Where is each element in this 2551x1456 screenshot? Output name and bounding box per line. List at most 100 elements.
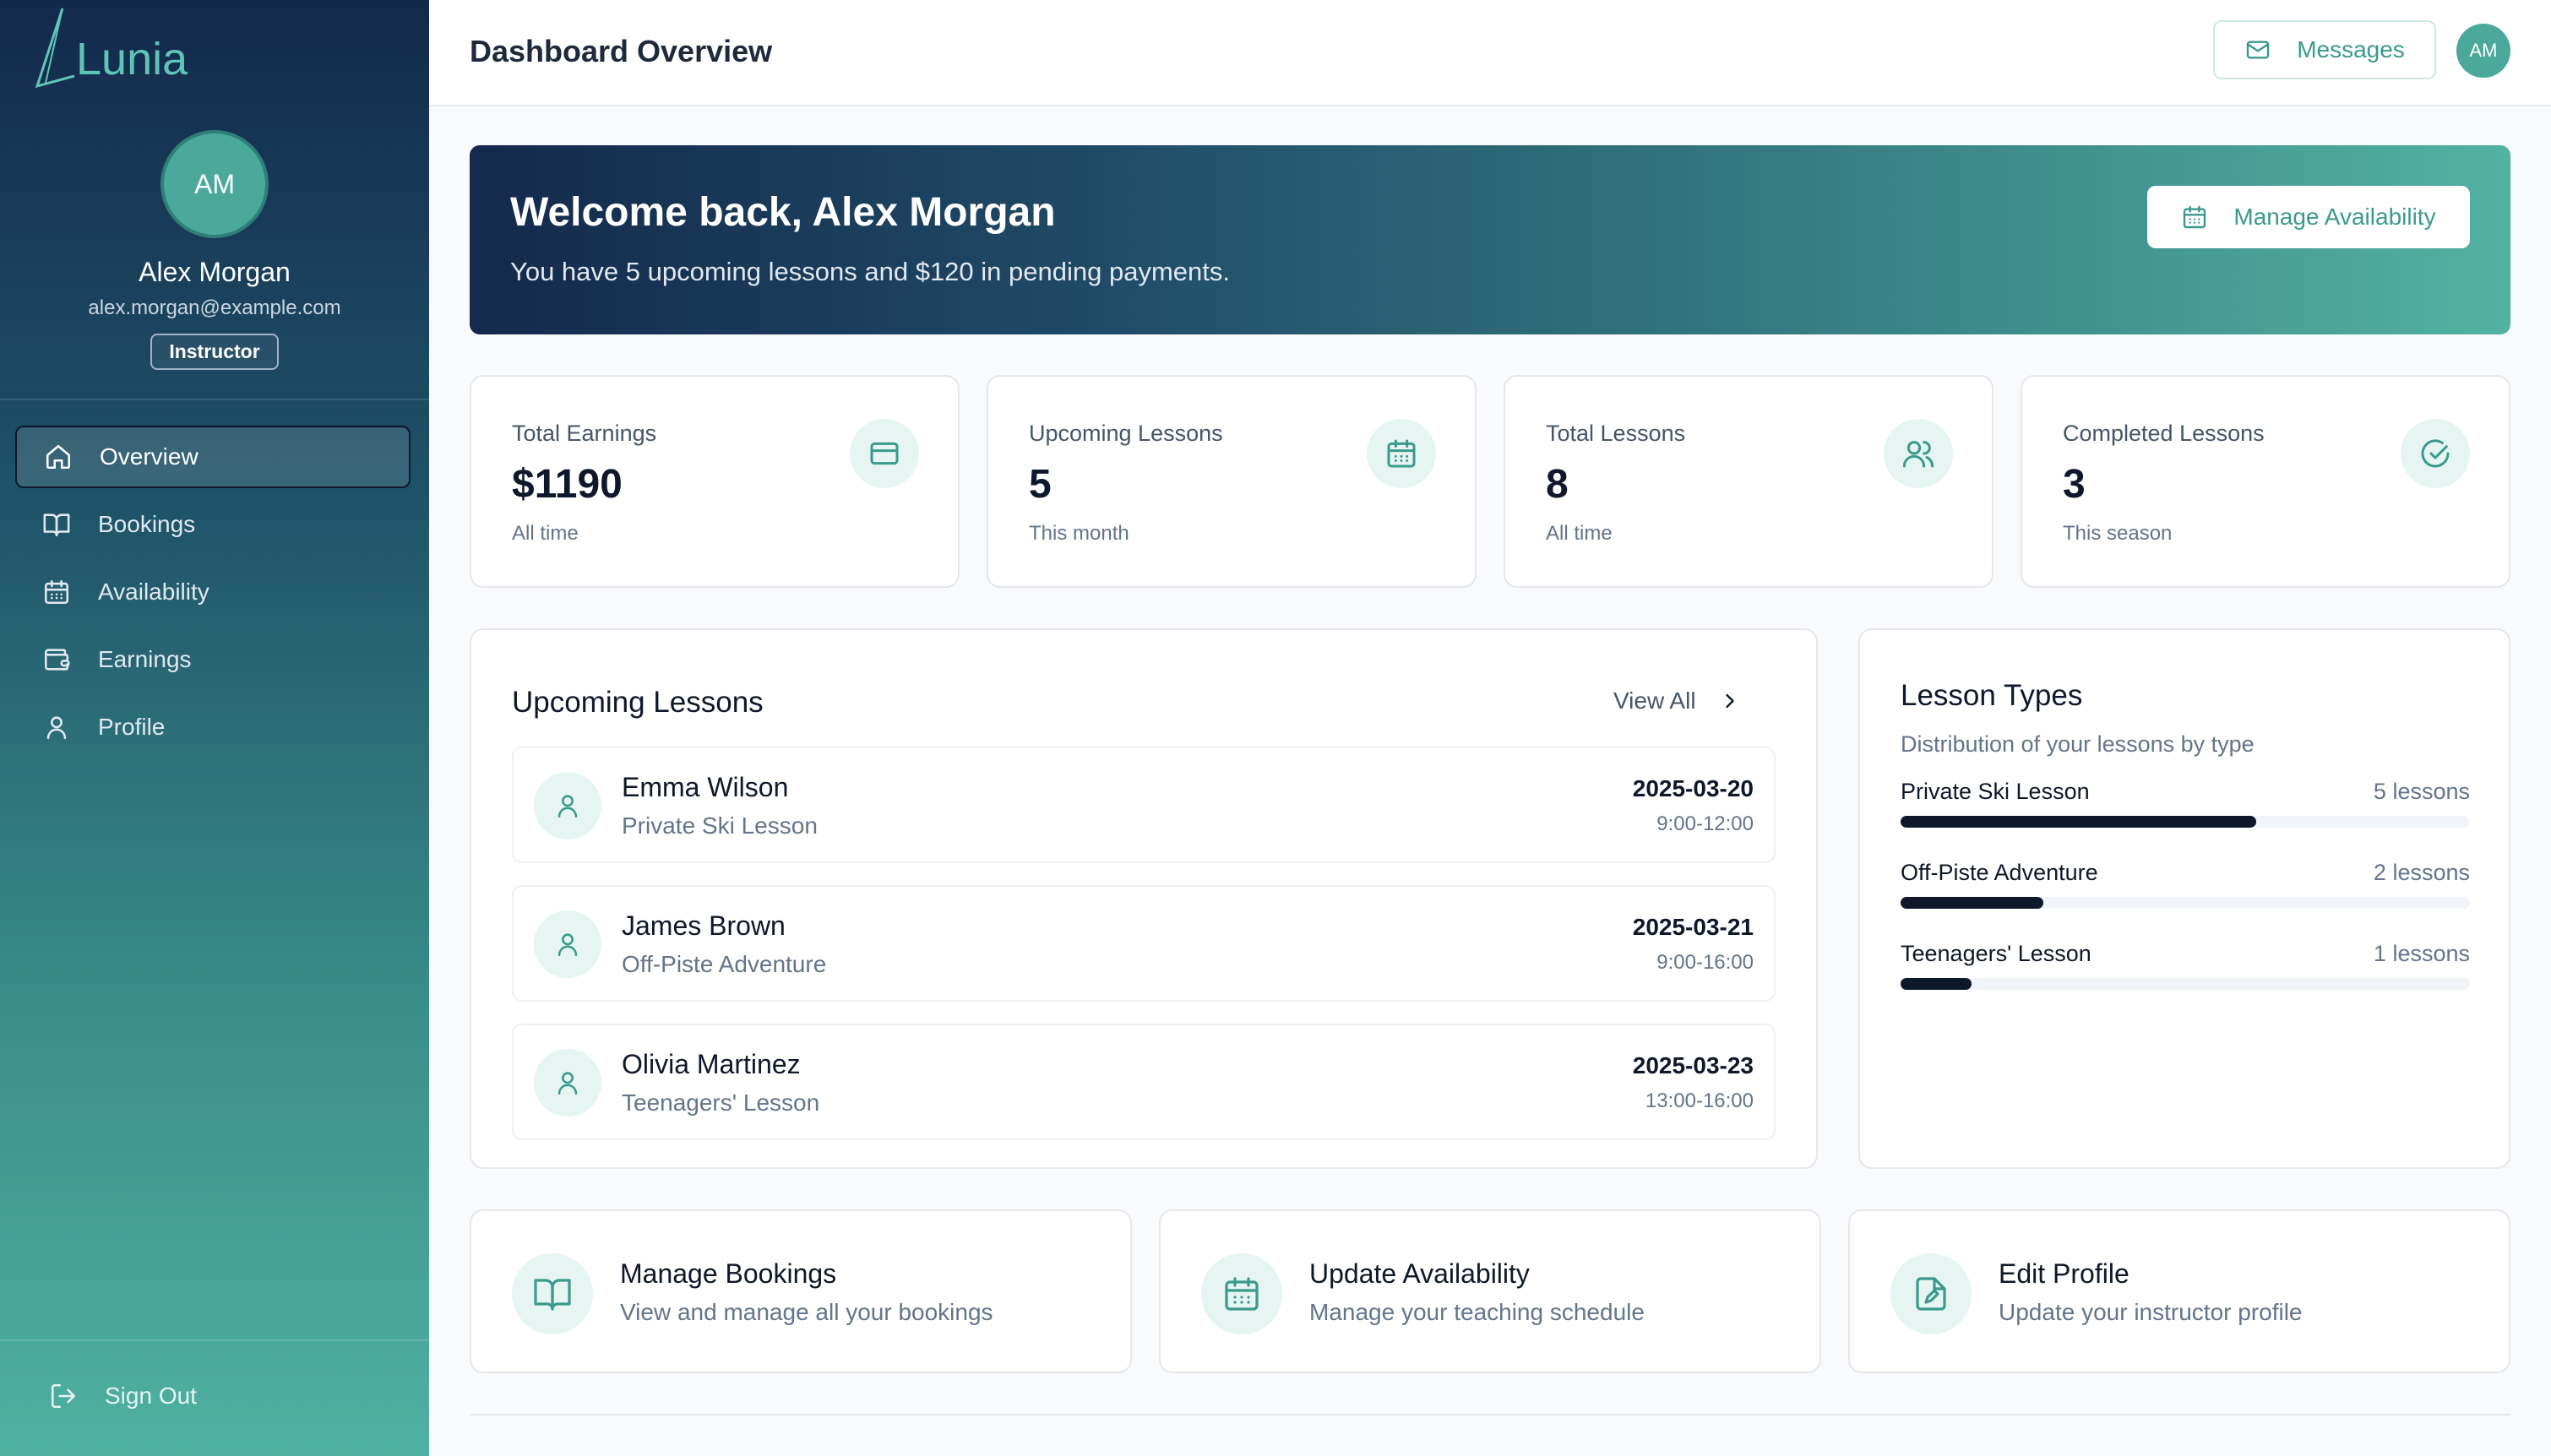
messages-label: Messages <box>2297 36 2405 62</box>
action-subtitle: Update your instructor profile <box>1999 1299 2303 1325</box>
stat-note: This season <box>2063 522 2173 545</box>
lesson-type: Private Ski Lesson <box>622 812 818 839</box>
update-availability-card[interactable]: Update Availability Manage your teaching… <box>1159 1209 1821 1373</box>
stat-value: $1190 <box>512 462 623 507</box>
sidebar-item-bookings[interactable]: Bookings <box>15 493 411 556</box>
lesson-type-count: 1 lessons <box>2373 941 2470 966</box>
lesson-date: 2025-03-20 <box>1632 775 1754 801</box>
user-icon <box>558 933 578 957</box>
stat-icon-badge <box>1367 419 1436 488</box>
mail-icon <box>2246 41 2270 59</box>
lesson-row[interactable]: Emma Wilson Private Ski Lesson 2025-03-2… <box>512 747 1776 863</box>
action-title: Edit Profile <box>1999 1258 2129 1289</box>
edit-profile-card[interactable]: Edit Profile Update your instructor prof… <box>1848 1209 2510 1373</box>
logo-mark-icon <box>35 8 75 89</box>
view-all-label: View All <box>1613 687 1696 714</box>
lesson-student-name: James Brown <box>622 910 786 941</box>
stat-label: Upcoming Lessons <box>1029 421 1223 446</box>
lesson-types-subtitle: Distribution of your lessons by type <box>1901 731 2255 757</box>
lesson-avatar <box>534 910 601 978</box>
profile-summary: AM Alex Morgan alex.morgan@example.com I… <box>0 130 429 370</box>
manage-availability-label: Manage Availability <box>2233 204 2436 230</box>
lesson-date: 2025-03-21 <box>1632 914 1754 940</box>
lesson-type-count: 5 lessons <box>2373 779 2470 804</box>
stat-value: 8 <box>1546 462 1569 507</box>
top-header: Dashboard Overview Messages AM <box>429 0 2551 106</box>
sidebar-item-profile[interactable]: Profile <box>15 696 411 758</box>
stat-card-upcoming-lessons: Upcoming Lessons 5 This month <box>987 375 1477 588</box>
stat-card-completed-lessons: Completed Lessons 3 This season <box>2021 375 2510 588</box>
upcoming-lessons-panel: Upcoming Lessons View All Emma Wilson Pr… <box>470 628 1818 1169</box>
sidebar-item-label: Profile <box>98 714 166 740</box>
page-title: Dashboard Overview <box>470 34 773 68</box>
book-open-icon <box>534 1279 571 1311</box>
profile-email: alex.morgan@example.com <box>88 296 341 319</box>
avatar[interactable]: AM <box>160 130 269 238</box>
manage-availability-button[interactable]: Manage Availability <box>2147 186 2470 248</box>
users-icon <box>1902 441 1934 468</box>
progress-fill <box>1901 897 2043 909</box>
action-subtitle: Manage your teaching schedule <box>1309 1299 1645 1325</box>
manage-bookings-card[interactable]: Manage Bookings View and manage all your… <box>470 1209 1132 1373</box>
chevron-right-icon <box>1725 693 1734 709</box>
calendar-icon <box>2184 205 2206 229</box>
messages-button[interactable]: Messages <box>2213 20 2436 79</box>
lesson-type-name: Private Ski Lesson <box>1901 779 2090 804</box>
action-icon-badge <box>1201 1253 1282 1334</box>
calendar-icon <box>1387 439 1416 468</box>
lesson-types-panel: Lesson Types Distribution of your lesson… <box>1858 628 2510 1169</box>
view-all-link[interactable]: View All <box>1613 687 1742 714</box>
progress-fill <box>1901 816 2257 828</box>
wallet-icon <box>44 649 70 671</box>
sidebar-item-label: Overview <box>100 443 199 470</box>
upcoming-lessons-title: Upcoming Lessons <box>512 686 764 719</box>
stat-icon-badge <box>1884 419 1953 488</box>
progress-track <box>1901 816 2470 828</box>
calendar-icon <box>44 579 69 605</box>
sidebar-item-overview[interactable]: Overview <box>15 426 411 488</box>
sign-out-label: Sign Out <box>105 1383 197 1409</box>
lesson-type-name: Off-Piste Adventure <box>1901 860 2098 885</box>
logo[interactable]: Lunia <box>22 5 188 98</box>
lesson-type: Off-Piste Adventure <box>622 951 827 977</box>
lesson-type-name: Teenagers' Lesson <box>1901 941 2091 966</box>
sidebar-item-label: Bookings <box>98 511 196 537</box>
divider <box>0 399 429 400</box>
sidebar-item-label: Earnings <box>98 646 192 672</box>
lesson-type-count: 2 lessons <box>2373 860 2470 885</box>
progress-track <box>1901 897 2470 909</box>
stat-icon-badge <box>850 419 919 488</box>
check-circle-icon <box>2421 439 2450 468</box>
divider <box>0 1339 429 1341</box>
lesson-row[interactable]: Olivia Martinez Teenagers' Lesson 2025-0… <box>512 1024 1776 1140</box>
action-title: Update Availability <box>1309 1258 1530 1289</box>
logo-text: Lunia <box>76 34 188 84</box>
book-open-icon <box>43 513 70 537</box>
calendar-icon <box>1225 1277 1259 1311</box>
welcome-banner: Welcome back, Alex Morgan You have 5 upc… <box>470 145 2510 334</box>
file-edit-icon <box>1916 1277 1946 1311</box>
stat-card-total-earnings: Total Earnings $1190 All time <box>470 375 960 588</box>
welcome-subtitle: You have 5 upcoming lessons and $120 in … <box>510 257 1230 286</box>
user-avatar-button[interactable]: AM <box>2456 24 2510 78</box>
sign-out-button[interactable]: Sign Out <box>49 1382 197 1410</box>
sidebar-item-earnings[interactable]: Earnings <box>15 628 411 691</box>
stat-label: Total Lessons <box>1546 421 1686 446</box>
lesson-type: Teenagers' Lesson <box>622 1089 820 1116</box>
stat-note: This month <box>1029 522 1129 545</box>
divider <box>470 1414 2510 1415</box>
action-title: Manage Bookings <box>620 1258 837 1289</box>
lesson-date: 2025-03-23 <box>1632 1052 1754 1078</box>
home-icon <box>46 444 71 470</box>
action-icon-badge <box>1890 1253 1972 1334</box>
user-icon <box>558 795 578 818</box>
lesson-row[interactable]: James Brown Off-Piste Adventure 2025-03-… <box>512 885 1776 1002</box>
role-badge: Instructor <box>150 334 279 370</box>
lesson-time: 13:00-16:00 <box>1645 1089 1754 1112</box>
action-icon-badge <box>512 1253 593 1334</box>
lesson-avatar <box>534 772 601 839</box>
sidebar-item-availability[interactable]: Availability <box>15 561 411 623</box>
stat-label: Completed Lessons <box>2063 421 2265 446</box>
welcome-title: Welcome back, Alex Morgan <box>510 190 1056 235</box>
stat-note: All time <box>1546 522 1613 545</box>
